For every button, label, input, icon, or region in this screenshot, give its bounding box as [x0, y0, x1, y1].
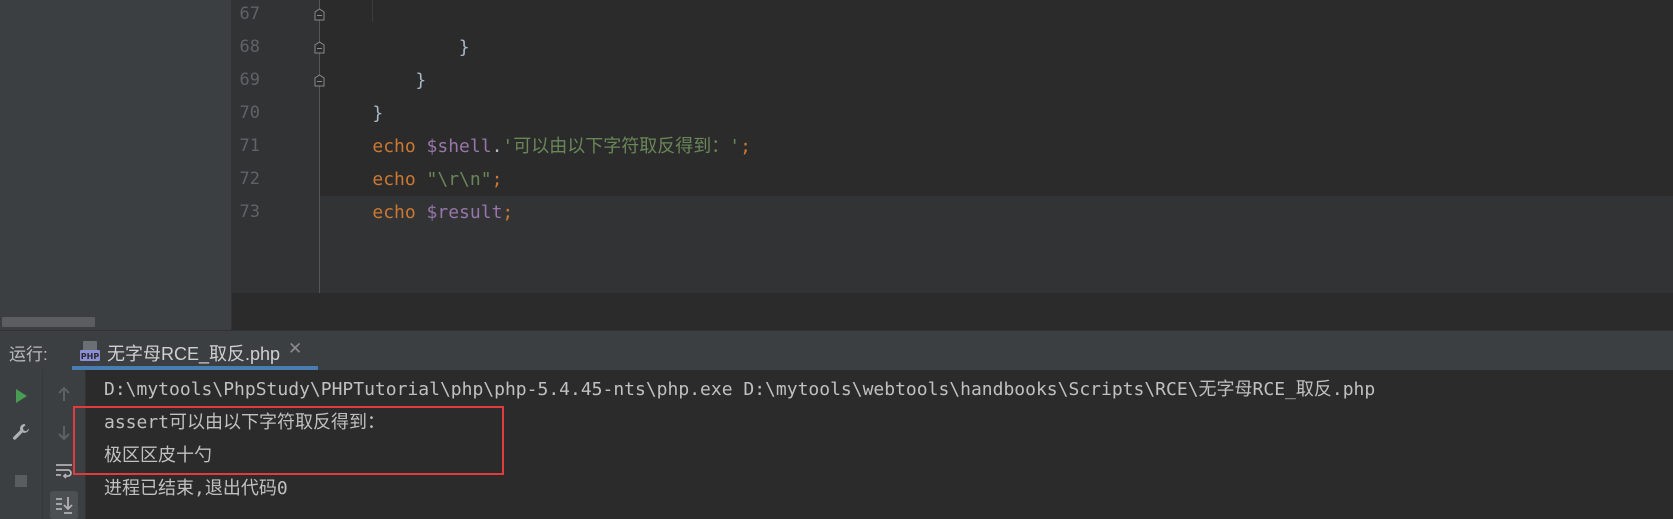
variable-token: $result — [426, 202, 503, 223]
code-line: } — [415, 70, 427, 91]
run-icon — [16, 389, 27, 403]
project-pane-scrollbar[interactable] — [2, 317, 95, 327]
fold-marker-icon[interactable] — [314, 41, 325, 54]
close-tab-icon[interactable]: ✕ — [288, 339, 302, 359]
console-line-command: D:\mytools\PhpStudy\PHPTutorial\php\php-… — [104, 379, 1376, 400]
code-line: } — [372, 103, 384, 124]
console-line-exit-status: 进程已结束,退出代码0 — [104, 478, 288, 499]
punctuation-token: ; — [502, 202, 514, 223]
line-number: 73 — [239, 202, 260, 222]
line-number: 68 — [239, 37, 260, 57]
code-line: echo $result; — [329, 163, 513, 223]
ide-window: 67 68 69 70 71 72 73 } } } echo $shell.'… — [0, 0, 1673, 519]
run-tab-title[interactable]: 无字母RCE_取反.php — [107, 340, 280, 366]
rerun-button[interactable] — [7, 382, 35, 410]
scroll-to-end-button[interactable] — [50, 491, 78, 519]
wrench-icon — [13, 424, 29, 440]
line-number: 70 — [239, 103, 260, 123]
line-number: 69 — [239, 70, 260, 90]
line-number: 67 — [239, 4, 260, 24]
editor-bottom-area — [232, 293, 1673, 330]
keyword-token: echo — [372, 202, 427, 223]
project-pane — [0, 0, 231, 330]
editor-empty-area[interactable] — [320, 196, 1673, 293]
string-token: '可以由以下字符取反得到：' — [502, 136, 741, 157]
scroll-to-end-icon — [56, 497, 73, 514]
punctuation-token: ; — [740, 136, 751, 157]
code-line: } — [415, 37, 470, 58]
line-number: 72 — [239, 169, 260, 189]
previous-occurrence-button[interactable] — [50, 380, 78, 408]
fold-marker-icon[interactable] — [314, 74, 325, 87]
arrow-up-icon — [58, 386, 70, 401]
soft-wrap-icon — [56, 464, 72, 479]
run-label: 运行: — [9, 345, 48, 364]
arrow-down-icon — [58, 426, 70, 441]
stop-icon — [15, 475, 27, 487]
php-file-icon: PHP — [80, 341, 100, 361]
highlight-annotation-box — [73, 406, 504, 475]
svg-text:PHP: PHP — [81, 352, 100, 361]
settings-button[interactable] — [7, 418, 35, 446]
stop-button[interactable] — [7, 467, 35, 495]
run-toolbar-divider — [42, 370, 43, 519]
code-line: echo $shell.'可以由以下字符取反得到：'; — [329, 97, 751, 157]
line-number: 71 — [239, 136, 260, 156]
code-line: echo "\r\n"; — [329, 130, 502, 190]
fold-marker-icon[interactable] — [314, 8, 325, 21]
